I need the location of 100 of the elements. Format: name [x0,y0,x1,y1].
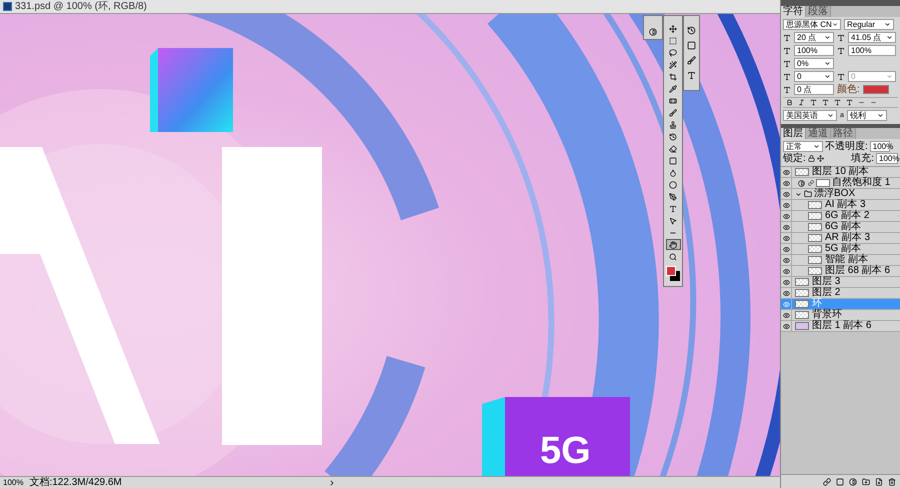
font-style-select[interactable]: Regular [844,19,894,30]
eye-icon[interactable] [782,190,790,198]
document-size: 文档:122.3M/429.6M [29,478,122,488]
layer-row[interactable]: 6G 副本 [781,222,900,233]
layer-row[interactable]: 自然饱和度 1 [781,178,900,189]
layer-row[interactable]: 图层 68 副本 6 [781,266,900,277]
vertical-scale-field[interactable]: 100% [794,45,834,56]
panel-tab[interactable]: 图层 [781,128,806,139]
layer-row[interactable]: 6G 副本 2 [781,211,900,222]
layer-thumbnail [795,289,809,297]
baseline-shift-field[interactable]: 0 点 [794,84,834,95]
horizontal-scale-field[interactable]: 100% [848,45,896,56]
eye-icon[interactable] [782,322,790,330]
layer-thumbnail [795,311,809,319]
layer-name: 5G 副本 [825,244,862,254]
eye-icon[interactable] [782,268,790,274]
blend-mode-select[interactable]: 正常 [783,141,823,152]
leading-field[interactable]: 41.05 点 [848,32,896,43]
layer-thumbnail [808,223,822,231]
dropdown-caret-icon [813,143,820,150]
font-family-select[interactable]: 思源黑体 CN [783,19,841,30]
new-layer-icon[interactable] [875,478,883,486]
layer-row[interactable]: 智能 副本 [781,255,900,266]
link-icon [808,180,814,186]
eye-icon[interactable] [782,312,790,318]
panel-tab[interactable]: 路径 [831,128,856,139]
layer-row[interactable]: 图层 1 副本 6 [781,321,900,332]
layer-name: 6G 副本 2 [825,211,870,221]
eye-icon[interactable] [782,256,790,264]
eye-icon[interactable] [782,234,790,242]
layer-name: 漂浮BOX [814,189,856,199]
lock-position-icon[interactable] [816,155,824,162]
eyedropper-tool-icon [669,84,677,92]
type-icon[interactable] [687,71,696,80]
panel-tab[interactable]: 通道 [806,128,831,139]
faux-italic-icon[interactable] [798,99,805,106]
add-mask-icon[interactable] [836,478,844,486]
mask-thumbnail [816,179,830,187]
type-tool-icon [669,204,677,212]
dropdown-caret-icon [827,112,834,119]
eye-icon[interactable] [782,224,790,230]
eraser-tool-icon [669,144,677,152]
eye-icon[interactable] [782,212,790,220]
font-size-field[interactable]: 20 点 [794,32,834,43]
select-tool-icon [669,216,677,224]
kerning-field[interactable]: 0 [794,71,834,82]
pen-tool-icon [669,192,677,200]
layer-row[interactable]: 图层 2 [781,288,900,299]
delete-icon[interactable] [888,478,896,486]
layer-row[interactable]: 漂浮BOX [781,189,900,200]
layer-row[interactable]: 5G 副本 [781,244,900,255]
eye-icon[interactable] [782,278,790,286]
layer-name: 图层 1 副本 6 [812,321,872,331]
wand-tool-icon [669,60,677,68]
brush-icon[interactable] [687,56,696,65]
layer-row[interactable]: AI 副本 3 [781,200,900,211]
text-color-swatch[interactable] [862,85,889,94]
zoom-level: 100% [3,478,24,486]
layer-name: 6G 副本 [825,222,862,232]
eye-icon[interactable] [782,202,790,208]
layer-name: 图层 3 [812,277,840,287]
adjustment-layer-icon[interactable] [849,478,857,486]
lasso-tool-icon [669,48,677,56]
layer-row[interactable]: AR 副本 3 [781,233,900,244]
layer-thumbnail [808,212,822,220]
fill-field[interactable]: 100% [876,153,898,164]
lock-icon[interactable] [808,155,815,162]
move-tool-icon [669,24,677,32]
link-layers-icon[interactable] [823,478,831,486]
layer-row[interactable]: 图层 3 [781,277,900,288]
blur-tool-icon [669,168,677,176]
eye-icon[interactable] [782,168,790,176]
layer-name: 图层 2 [812,288,840,298]
tsume-field[interactable]: 0% [794,58,834,69]
new-group-icon[interactable] [862,478,870,486]
layer-name: 环 [812,299,822,309]
tool-button[interactable] [666,239,680,250]
history-icon[interactable] [687,26,696,35]
language-select[interactable]: 美国英语 [783,110,837,121]
faux-bold-icon[interactable] [786,99,793,106]
layer-row[interactable]: 背景环 [781,310,900,321]
panel-tab[interactable]: 字符 [781,6,806,17]
layer-row[interactable]: 图层 10 副本 [781,167,900,178]
frame-icon[interactable] [687,41,696,50]
eye-icon[interactable] [782,180,790,186]
adjustment-icon [798,180,805,186]
antialias-select[interactable]: 锐利 [846,110,887,121]
panel-tab[interactable]: 段落 [806,6,831,17]
brush-tool-icon [669,108,677,116]
layer-name: 图层 10 副本 [812,167,869,177]
adjustment-icon[interactable] [649,28,657,36]
layer-name: 智能 副本 [825,255,868,265]
dropdown-caret-icon [886,73,893,80]
heal-tool-icon [669,96,677,104]
eye-icon[interactable] [782,290,790,296]
foreground-color-swatch[interactable] [666,266,676,276]
app-icon [3,2,12,11]
eye-icon[interactable] [782,246,790,252]
layer-name: AI 副本 3 [825,200,866,210]
marquee-tool-icon [669,36,677,44]
